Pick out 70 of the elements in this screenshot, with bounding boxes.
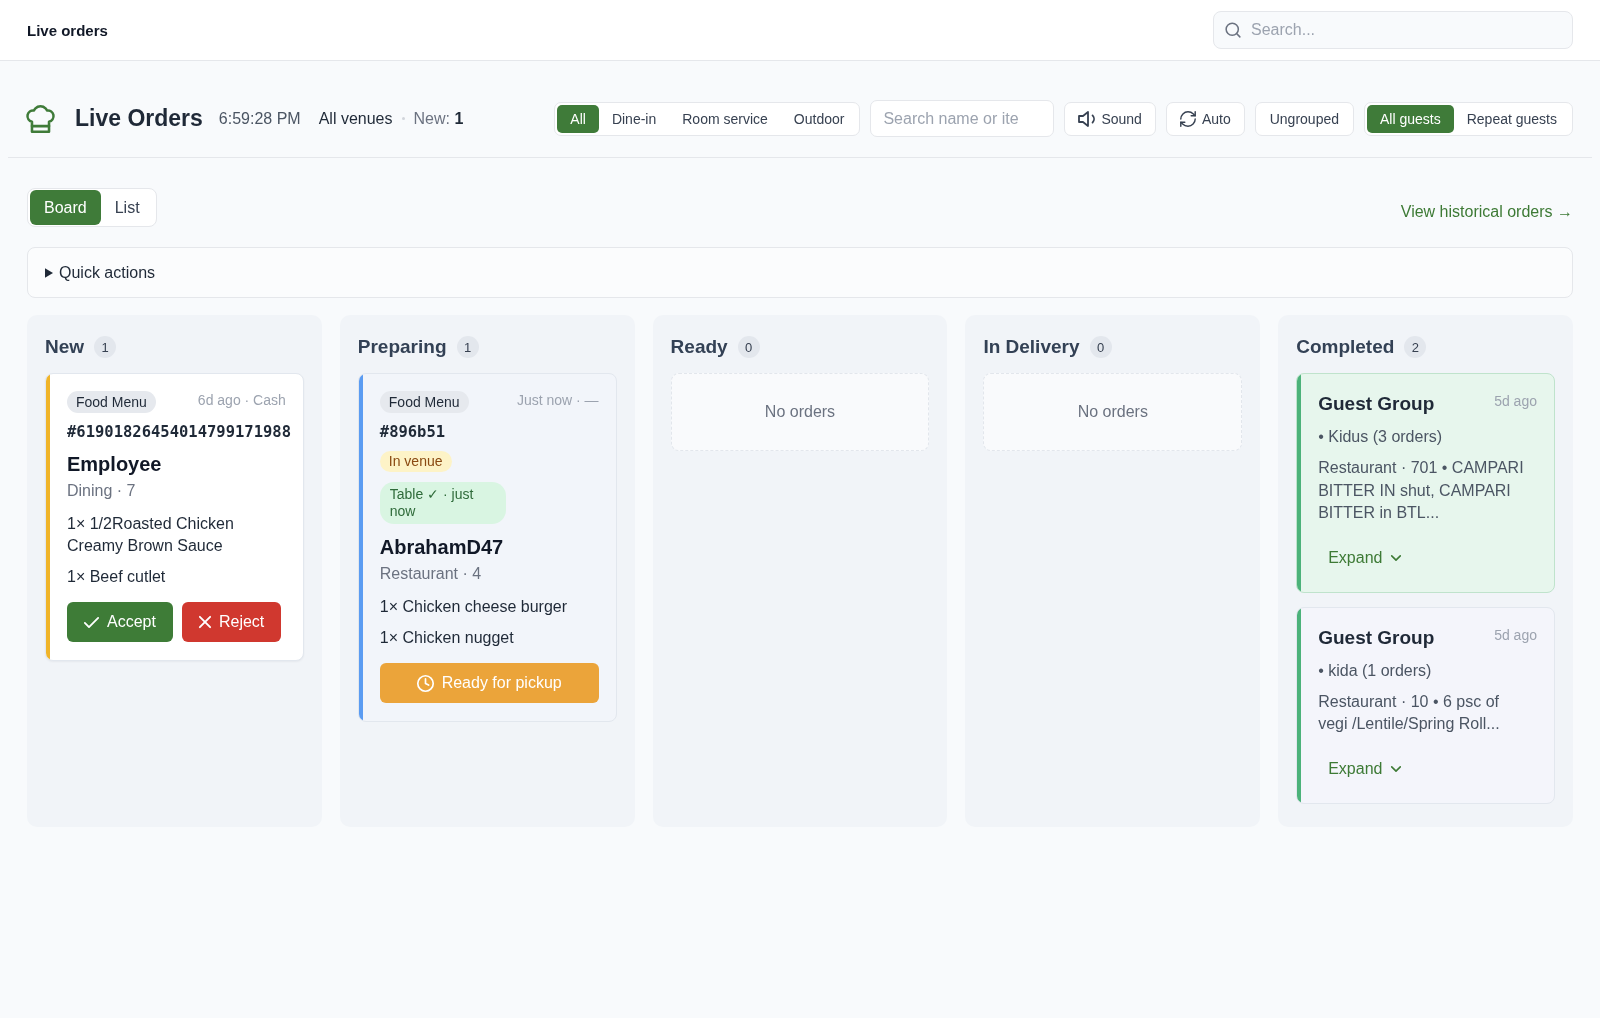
view-tab[interactable]: Board	[30, 190, 101, 225]
page-heading: Live Orders	[75, 105, 203, 132]
filter-tab[interactable]: Outdoor	[780, 104, 858, 133]
new-orders-count: New: 1	[413, 109, 464, 128]
order-location: Restaurant · 4	[379, 565, 483, 583]
column-title: Ready	[670, 336, 728, 358]
column-title: Completed	[1296, 336, 1395, 358]
customer-name: Employee	[67, 453, 163, 476]
filter-tab[interactable]: Room service	[669, 104, 781, 133]
status-badge: In venue	[379, 451, 452, 472]
venue-label: All venues	[318, 109, 393, 128]
disclosure-toggle[interactable]: Quick actions	[45, 263, 156, 282]
customer-name: AbrahamD47	[379, 536, 505, 559]
accept-button[interactable]: Accept	[67, 602, 173, 642]
column-title: Preparing	[357, 336, 447, 358]
order-location: Dining · 7	[67, 482, 137, 500]
toolbar-button[interactable]: Auto	[1165, 101, 1245, 136]
chevron-down-icon	[1391, 554, 1402, 561]
toolbar-button[interactable]: Sound	[1064, 101, 1156, 136]
count-badge: 0	[1089, 336, 1112, 358]
order-meta: 6d ago · Cash	[197, 392, 286, 408]
history-link[interactable]: View historical orders →	[1400, 202, 1573, 221]
group-title: Guest Group	[1318, 392, 1435, 416]
order-summary: Restaurant · 701 • CAMPARI BITTER IN shut, CAMPARI BITTER in BTL...	[1318, 458, 1525, 523]
order-meta: Just now · —	[516, 392, 599, 408]
page-title: Live orders	[27, 21, 108, 39]
expand-button[interactable]: Expand	[1318, 541, 1412, 574]
chef-hat-icon	[27, 103, 54, 134]
order-summary: Restaurant · 10 • 6 psc of vegi /Lentile/Spring Roll...	[1318, 691, 1501, 734]
count-badge: 1	[456, 336, 479, 358]
refresh-icon	[1179, 110, 1196, 127]
filter-tab[interactable]: Repeat guests	[1453, 104, 1570, 133]
order-number: #896b51	[379, 423, 446, 441]
expand-button[interactable]: Expand	[1318, 752, 1412, 785]
count-badge: 0	[737, 336, 760, 358]
search-field[interactable]: Search...	[1213, 11, 1573, 49]
clock-time: 6:59:28 PM	[218, 109, 301, 128]
filter-tab[interactable]: All	[557, 104, 599, 133]
guest-line: • Kidus (3 orders)	[1318, 427, 1444, 447]
chevron-down-icon	[1391, 765, 1402, 772]
count-badge: 2	[1404, 336, 1427, 358]
search-field[interactable]: Search name or ite	[870, 100, 1055, 137]
toolbar-button[interactable]: Ungrouped	[1254, 101, 1354, 136]
search-icon	[1225, 22, 1241, 38]
caret-right-icon	[45, 267, 53, 278]
filter-tab[interactable]: Dine-in	[598, 104, 670, 133]
order-number: #61901826454014799171988	[67, 423, 291, 441]
view-tab[interactable]: List	[100, 190, 154, 225]
group-title: Guest Group	[1318, 625, 1435, 650]
empty-state: No orders	[983, 373, 1243, 451]
order-item: 1× Beef cutlet	[67, 567, 167, 587]
clock-icon	[416, 674, 434, 692]
count-badge: 1	[94, 336, 117, 358]
column-title: In Delivery	[983, 336, 1080, 358]
order-item: 1× Chicken cheese burger	[379, 597, 569, 617]
reject-button[interactable]: Reject	[181, 602, 282, 642]
cross-icon	[198, 616, 211, 628]
order-item: 1× Chicken nugget	[379, 628, 515, 648]
speaker-icon	[1078, 110, 1096, 127]
guest-line: • kida (1 orders)	[1318, 660, 1433, 681]
order-item: 1× 1/2Roasted Chicken Creamy Brown Sauce	[67, 514, 235, 556]
menu-tag: Food Menu	[67, 391, 156, 413]
menu-tag: Food Menu	[379, 391, 469, 413]
check-icon	[84, 616, 99, 628]
order-time: 5d ago	[1494, 626, 1537, 643]
empty-state: No orders	[670, 373, 930, 451]
status-badge: Table ✓ · just now	[379, 482, 506, 524]
filter-tab[interactable]: All guests	[1367, 104, 1454, 133]
column-title: New	[45, 336, 85, 358]
order-time: 5d ago	[1494, 393, 1537, 409]
